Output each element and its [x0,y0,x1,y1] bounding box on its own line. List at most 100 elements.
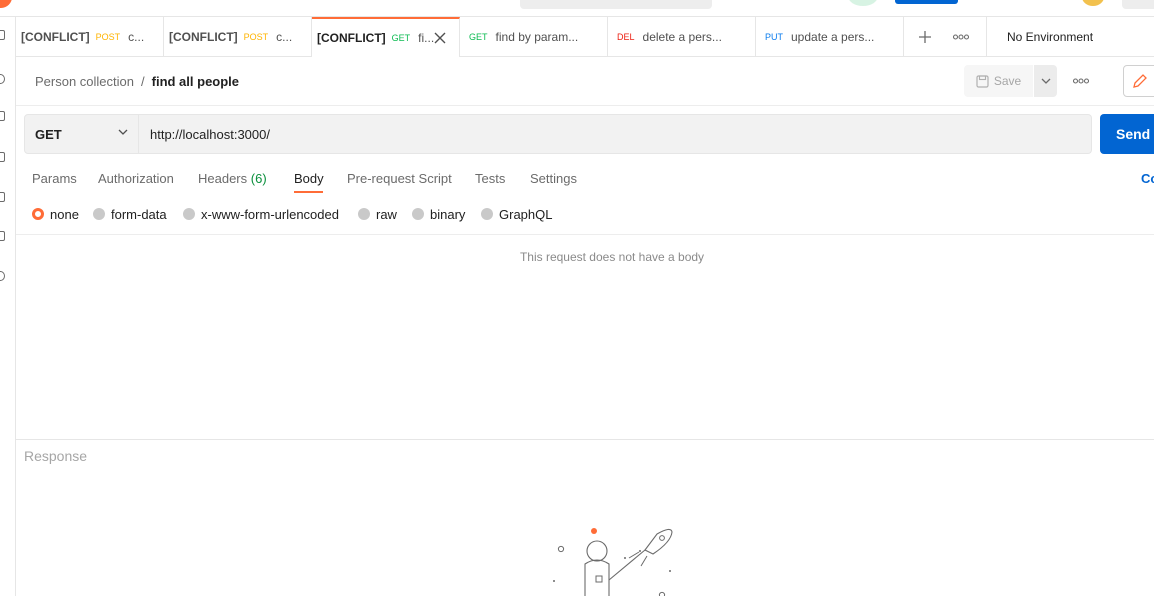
method-badge: POST [243,32,269,42]
radio-selected-icon [32,208,44,220]
tab-tests[interactable]: Tests [475,171,505,186]
tab-name: delete a pers... [642,30,722,44]
send-button[interactable]: Send [1100,114,1154,154]
request-more-button[interactable] [1068,68,1094,94]
radio-label: binary [430,206,466,222]
tab-options-button[interactable] [948,17,974,57]
save-icon [976,74,989,88]
save-button-group: Save [964,65,1057,97]
response-heading: Response [24,448,88,464]
flows-icon[interactable] [0,231,5,241]
radio-label: form-data [111,206,167,222]
conflict-label: [CONFLICT] [169,30,238,44]
tab-name: update a pers... [791,30,875,44]
method-badge: GET [391,33,411,43]
astronaut-illustration-icon [553,528,673,596]
method-value: GET [35,126,62,142]
tab-name: c... [128,30,145,44]
edit-button[interactable] [1123,65,1154,97]
chevron-down-icon [118,129,128,135]
breadcrumb-collection[interactable]: Person collection [35,74,134,89]
app-header [0,0,1154,17]
radio-form-data[interactable]: form-data [93,206,167,222]
empty-body-message: This request does not have a body [519,250,705,264]
conflict-label: [CONFLICT] [21,30,90,44]
tab-params[interactable]: Params [32,171,77,186]
collections-icon[interactable] [0,30,5,40]
tab-name: fi... [418,31,435,45]
new-tab-button[interactable] [912,17,938,57]
tab-name: find by param... [495,30,579,44]
tab-headers-label: Headers [198,171,248,186]
request-tab-active[interactable]: [CONFLICT] GET fi... [312,17,460,57]
history-icon[interactable] [0,271,5,281]
send-label: Send [1116,126,1151,142]
radio-none[interactable]: none [32,206,79,222]
chevron-down-icon [1041,78,1050,84]
radio-graphql[interactable]: GraphQL [481,206,553,222]
monitors-icon[interactable] [0,192,5,202]
request-tab[interactable]: DEL delete a pers... [608,17,756,57]
upgrade-button[interactable] [895,0,958,4]
request-tab-bar: [CONFLICT] POST c... [CONFLICT] POST c..… [16,17,1154,57]
cookies-link[interactable]: Cookies [1141,171,1154,186]
method-badge: PUT [765,32,783,42]
app-logo-icon [0,0,12,8]
radio-label: raw [376,206,397,222]
url-input[interactable]: http://localhost:3000/ [139,114,1092,154]
method-badge: POST [95,32,121,42]
radio-label: GraphQL [499,206,553,222]
tab-name: c... [276,30,293,44]
radio-icon [412,208,424,220]
radio-label: none [50,206,79,222]
conflict-label: [CONFLICT] [317,31,386,45]
request-tab[interactable]: GET find by param... [460,17,608,57]
save-dropdown-button[interactable] [1034,65,1057,97]
method-badge: DEL [617,32,635,42]
request-tab[interactable]: PUT update a pers... [756,17,904,57]
mock-servers-icon[interactable] [0,152,5,162]
search-input[interactable] [520,0,712,9]
profile-avatar[interactable] [1082,0,1104,6]
user-avatar[interactable] [848,0,878,6]
tab-authorization[interactable]: Authorization [98,171,174,186]
request-tab[interactable]: [CONFLICT] POST c... [16,17,164,57]
request-tab[interactable]: [CONFLICT] POST c... [164,17,312,57]
environment-label: No Environment [1007,30,1094,44]
breadcrumb: Person collection / find all people [35,73,239,89]
radio-binary[interactable]: binary [412,206,466,222]
breadcrumb-request-name[interactable]: find all people [152,74,239,89]
plus-icon [919,31,931,43]
response-pane-divider[interactable] [16,439,1154,440]
save-button[interactable]: Save [964,65,1033,97]
headers-count: (6) [250,171,267,186]
tab-headers[interactable]: Headers (6) [198,171,267,186]
environment-selector[interactable]: No Environment [986,17,1154,57]
environments-icon[interactable] [0,111,5,121]
left-sidebar [0,17,16,596]
header-menu-button[interactable] [1122,0,1154,9]
radio-urlencoded[interactable]: x-www-form-urlencoded [183,206,339,222]
apis-icon[interactable] [0,74,5,84]
radio-raw[interactable]: raw [358,206,397,222]
radio-icon [358,208,370,220]
divider [16,234,1154,235]
radio-icon [183,208,195,220]
method-badge: GET [469,32,488,42]
close-tab-icon[interactable] [433,31,447,45]
active-tab-indicator [294,191,323,193]
method-select[interactable]: GET [24,114,139,154]
tab-pre-request-script[interactable]: Pre-request Script [347,171,452,186]
tab-settings[interactable]: Settings [530,171,577,186]
pencil-icon [1133,74,1147,88]
more-horizontal-icon [953,34,969,40]
radio-icon [93,208,105,220]
more-horizontal-icon [1073,78,1089,84]
radio-label: x-www-form-urlencoded [201,206,339,222]
tab-body[interactable]: Body [294,171,324,186]
divider [16,105,1154,106]
radio-icon [481,208,493,220]
url-value: http://localhost:3000/ [150,126,270,142]
breadcrumb-separator: / [141,73,145,89]
save-label: Save [993,74,1022,88]
